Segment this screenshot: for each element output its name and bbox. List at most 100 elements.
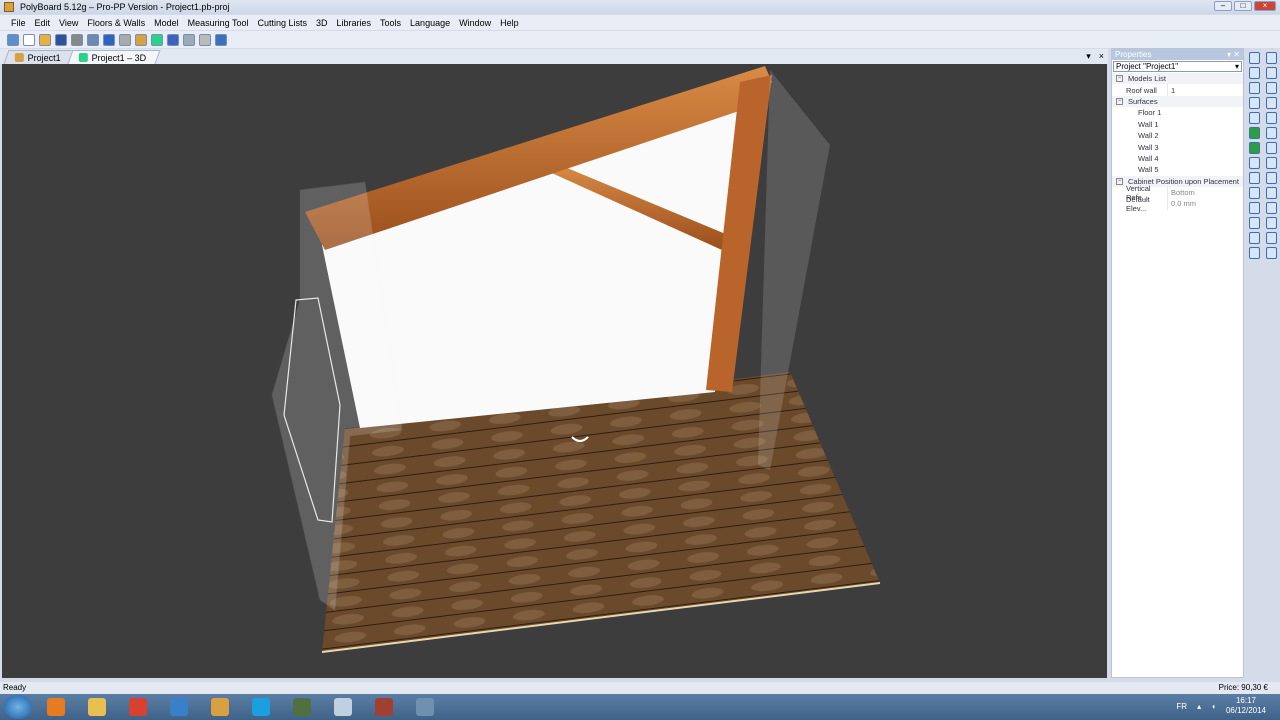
close-button[interactable]: × [1254,1,1276,11]
view-tool-2-icon[interactable] [1248,67,1260,79]
menu-3d[interactable]: 3D [316,18,328,28]
tab-project1[interactable]: Project1 [3,50,75,64]
taskbar-polyboard[interactable] [202,695,238,719]
camera-view-3-icon[interactable] [1265,82,1277,94]
3d-box-icon[interactable] [151,33,163,46]
view-tool-13-icon[interactable] [1248,232,1260,244]
property-value[interactable]: 1 [1168,86,1175,95]
wireframe-icon[interactable] [183,33,195,46]
properties-icon[interactable] [135,33,147,46]
panel-controls[interactable]: ▾ ✕ [1227,49,1240,60]
collapse-icon[interactable]: − [1116,75,1123,83]
menu-libraries[interactable]: Libraries [337,18,372,28]
taskbar-browser[interactable] [161,695,197,719]
undo-icon[interactable] [103,33,115,46]
tab-project1-3d[interactable]: Project1 – 3D [67,50,161,64]
view-tool-1-icon[interactable] [1248,52,1260,64]
menu-floors-walls[interactable]: Floors & Walls [87,18,145,28]
menu-measuring-tool[interactable]: Measuring Tool [188,18,249,28]
print-icon[interactable] [71,33,83,46]
maximize-button[interactable]: □ [1234,1,1252,11]
menu-file[interactable]: File [11,18,26,28]
camera-view-10-icon[interactable] [1265,187,1277,199]
camera-view-6-icon[interactable] [1265,127,1277,139]
3d-viewport[interactable] [2,64,1107,678]
taskbar-chrome[interactable] [120,695,156,719]
taskbar-media-player[interactable] [38,695,74,719]
property-value[interactable]: 0.0 mm [1168,199,1196,208]
camera-view-12-icon[interactable] [1265,217,1277,229]
category-models-list[interactable]: − Models List [1112,73,1243,85]
camera-view-7-icon[interactable] [1265,142,1277,154]
save-icon[interactable] [55,33,67,46]
surface-item[interactable]: Wall 3 [1112,141,1243,152]
view-tool-5-icon[interactable] [1248,112,1260,124]
surface-item[interactable]: Floor 1 [1112,107,1243,118]
view-tool-6-icon[interactable] [1248,127,1260,139]
menu-language[interactable]: Language [410,18,450,28]
3d-view-icon[interactable] [167,33,179,46]
view-tool-14-icon[interactable] [1248,247,1260,259]
view-tool-10-icon[interactable] [1248,187,1260,199]
taskbar-tool[interactable] [366,695,402,719]
info-icon[interactable] [215,33,227,46]
surface-item[interactable]: Wall 5 [1112,164,1243,175]
print-preview-icon[interactable] [87,33,99,46]
view-tool-11-icon[interactable] [1248,202,1260,214]
camera-view-9-icon[interactable] [1265,172,1277,184]
view-toolbar [1247,52,1261,259]
category-surfaces[interactable]: − Surfaces [1112,95,1243,108]
property-roof-wall[interactable]: Roof wall 1 [1112,84,1243,96]
minimize-button[interactable]: – [1214,1,1232,11]
3d-scene[interactable] [2,64,1107,678]
redo-icon[interactable] [119,33,131,46]
camera-view-4-icon[interactable] [1265,97,1277,109]
new-project-icon[interactable] [7,33,19,46]
menu-cutting-lists[interactable]: Cutting Lists [257,18,307,28]
camera-view-13-icon[interactable] [1265,232,1277,244]
camera-view-5-icon[interactable] [1265,112,1277,124]
camera-view-8-icon[interactable] [1265,157,1277,169]
camera-view-2-icon[interactable] [1265,67,1277,79]
view-tool-8-icon[interactable] [1248,157,1260,169]
network-icon[interactable]: ▴ [1197,702,1201,711]
start-button[interactable] [4,695,32,719]
property-value[interactable]: Bottom [1168,188,1195,197]
taskbar-window[interactable] [325,695,361,719]
menu-window[interactable]: Window [459,18,491,28]
view-tool-4-icon[interactable] [1248,97,1260,109]
taskbar-skype[interactable] [243,695,279,719]
menu-edit[interactable]: Edit [35,18,51,28]
file-explorer-icon [88,698,106,716]
taskbar-file-explorer[interactable] [79,695,115,719]
surface-item[interactable]: Wall 4 [1112,153,1243,164]
taskbar-app[interactable] [284,695,320,719]
camera-view-14-icon[interactable] [1265,247,1277,259]
clock[interactable]: 16:17 06/12/2014 [1226,696,1266,716]
open-icon[interactable] [39,33,51,46]
camera-view-11-icon[interactable] [1265,202,1277,214]
volume-icon[interactable]: ◖ [1211,702,1216,711]
menu-tools[interactable]: Tools [380,18,401,28]
menu-model[interactable]: Model [154,18,179,28]
menu-help[interactable]: Help [500,18,519,28]
surface-item[interactable]: Wall 1 [1112,119,1243,130]
view-tool-12-icon[interactable] [1248,217,1260,229]
menu-view[interactable]: View [59,18,78,28]
collapse-icon[interactable]: − [1116,177,1123,185]
language-indicator[interactable]: FR [1176,702,1187,711]
cut-icon[interactable] [199,33,211,46]
taskbar-settings[interactable] [407,695,443,719]
new-icon[interactable] [23,33,35,46]
camera-view-1-icon[interactable] [1265,52,1277,64]
view-tool-3-icon[interactable] [1248,82,1260,94]
close-tab-button[interactable]: × [1099,51,1104,62]
property-default-elevation[interactable]: Default Elev... 0.0 mm [1112,195,1243,213]
tab-list-button[interactable]: ▾ [1086,51,1091,62]
view-tool-7-icon[interactable] [1248,142,1260,154]
tab-label: Project1 [27,52,61,63]
collapse-icon[interactable]: − [1116,97,1123,105]
project-selector[interactable]: Project "Project1" [1113,61,1242,72]
surface-item[interactable]: Wall 2 [1112,130,1243,141]
view-tool-9-icon[interactable] [1248,172,1260,184]
